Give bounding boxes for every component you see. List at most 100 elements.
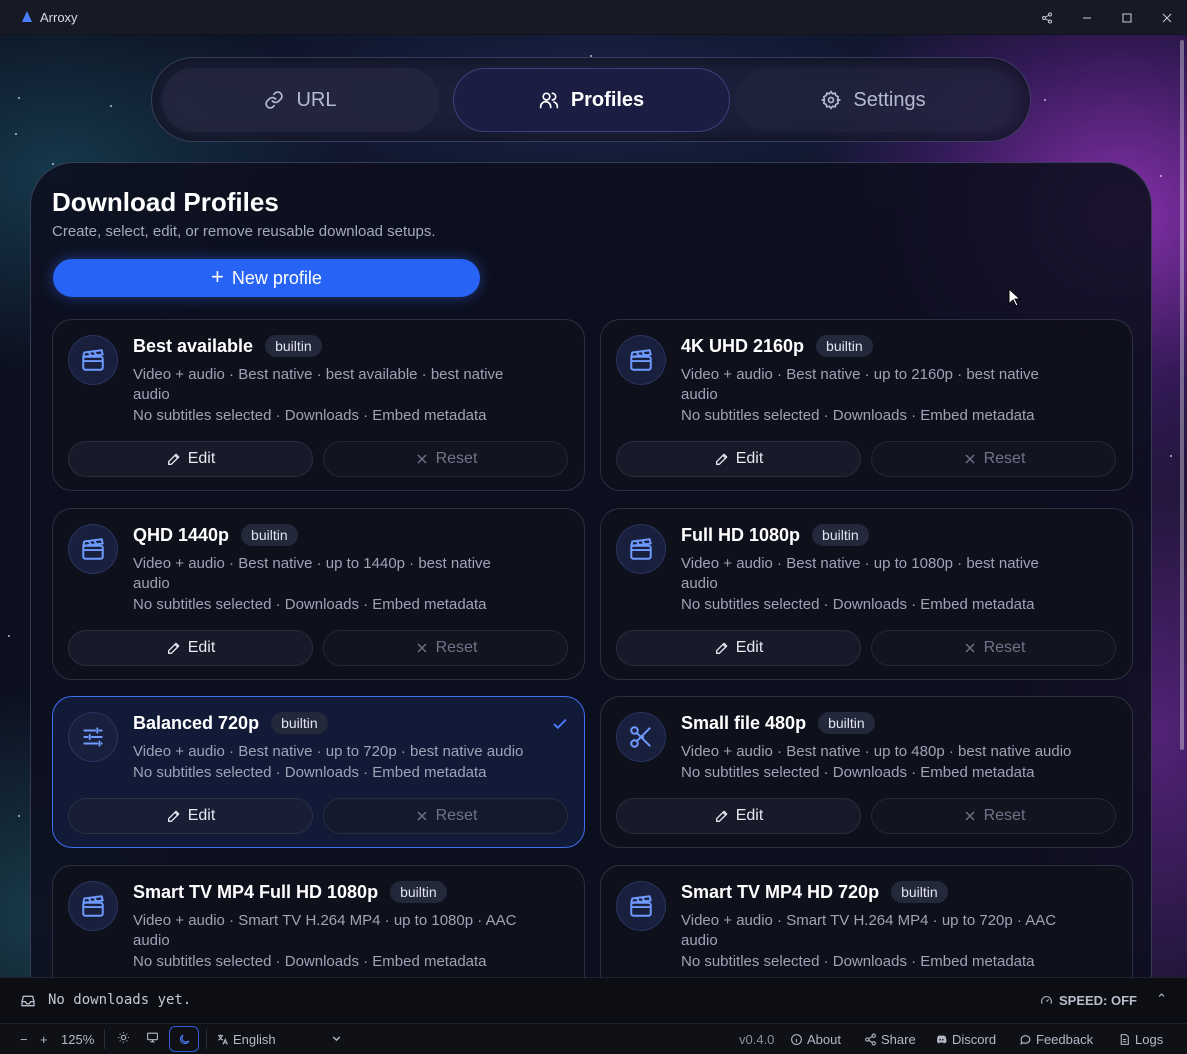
profile-name: Full HD 1080p (681, 524, 801, 545)
dark-theme-icon[interactable] (169, 1026, 199, 1052)
logs-label: Logs (1135, 1031, 1164, 1047)
card-header: Best available builtin (133, 335, 322, 357)
profile-card[interactable]: Full HD 1080p builtin Video + audio · Be… (600, 508, 1133, 680)
format-line-wrap: audio (681, 386, 718, 403)
reset-button[interactable]: Reset (871, 798, 1116, 834)
profile-card[interactable]: 4K UHD 2160p builtin Video + audio · Bes… (600, 319, 1133, 491)
close-button[interactable] (1147, 0, 1187, 35)
about-link[interactable]: About (790, 1032, 841, 1047)
tab-profiles-label: Profiles (570, 88, 645, 111)
edit-button[interactable]: Edit (616, 630, 861, 666)
card-header: QHD 1440p builtin (133, 524, 298, 546)
mouse-cursor-icon (1008, 288, 1022, 307)
profile-options-summary: No subtitles selected · Downloads · Embe… (681, 407, 1035, 424)
edit-label: Edit (187, 807, 216, 824)
builtin-badge: builtin (241, 524, 298, 546)
profile-card[interactable]: Balanced 720p builtin Video + audio · Be… (52, 696, 585, 848)
builtin-badge: builtin (812, 524, 869, 546)
reset-button[interactable]: Reset (323, 441, 568, 477)
zoom-in-button[interactable]: + (40, 1032, 48, 1047)
profile-card[interactable]: QHD 1440p builtin Video + audio · Best n… (52, 508, 585, 680)
profile-name: Smart TV MP4 HD 720p (681, 881, 880, 902)
translate-icon (217, 1034, 228, 1045)
profile-format-summary: Video + audio · Best native · up to 480p… (681, 742, 1121, 762)
reset-button[interactable]: Reset (323, 798, 568, 834)
edit-button[interactable]: Edit (68, 798, 313, 834)
format-line: Video + audio · Smart TV H.264 MP4 · up … (681, 912, 1057, 929)
logs-link[interactable]: Logs (1118, 1032, 1163, 1047)
card-header: Smart TV MP4 Full HD 1080p builtin (133, 881, 447, 903)
edit-button[interactable]: Edit (616, 441, 861, 477)
edit-button[interactable]: Edit (68, 630, 313, 666)
title-bar: Arroxy (0, 0, 1187, 35)
profile-format-summary: Video + audio · Best native · up to 720p… (133, 742, 573, 762)
chat-bubble-icon (1020, 1034, 1031, 1045)
profile-options-summary: No subtitles selected · Downloads · Embe… (133, 764, 487, 781)
check-icon (553, 718, 567, 730)
format-line: Video + audio · Best native · up to 1080… (681, 555, 1039, 572)
users-icon (539, 92, 558, 109)
system-theme-icon[interactable] (146, 1031, 159, 1047)
chevron-up-icon[interactable]: ⌃ (1156, 991, 1167, 1007)
share-link[interactable]: Share (864, 1032, 916, 1047)
x-icon (965, 811, 975, 821)
profile-card[interactable]: Best available builtin Video + audio · B… (52, 319, 585, 491)
scrollbar[interactable] (1180, 40, 1184, 750)
clapperboard-icon (616, 335, 666, 385)
clapperboard-icon (68, 335, 118, 385)
tab-url[interactable]: URL (162, 68, 439, 132)
discord-label: Discord (952, 1031, 997, 1047)
card-header: Balanced 720p builtin (133, 712, 328, 734)
format-line-wrap: audio (133, 932, 170, 949)
card-header: 4K UHD 2160p builtin (681, 335, 873, 357)
format-line-wrap: audio (133, 386, 170, 403)
profile-format-summary: Video + audio · Best native · up to 1080… (681, 554, 1121, 594)
card-header: Small file 480p builtin (681, 712, 875, 734)
clapperboard-icon (68, 881, 118, 931)
profile-card[interactable]: Small file 480p builtin Video + audio · … (600, 696, 1133, 848)
tab-settings[interactable]: Settings (735, 68, 1012, 132)
light-theme-icon[interactable] (117, 1031, 130, 1047)
status-bar: No downloads yet. SPEED: OFF ⌃ (0, 977, 1187, 1023)
share-window-icon[interactable] (1027, 0, 1067, 35)
feedback-link[interactable]: Feedback (1019, 1032, 1093, 1047)
profile-options-summary: No subtitles selected · Downloads · Embe… (681, 596, 1035, 613)
profile-options-summary: No subtitles selected · Downloads · Embe… (133, 953, 487, 970)
tab-profiles[interactable]: Profiles (453, 68, 730, 132)
edit-button[interactable]: Edit (616, 798, 861, 834)
tab-url-label: URL (296, 88, 337, 111)
profile-name: Smart TV MP4 Full HD 1080p (133, 881, 379, 902)
format-line: Video + audio · Smart TV H.264 MP4 · up … (133, 912, 517, 929)
page-title: Download Profiles (52, 187, 279, 217)
edit-label: Edit (187, 639, 216, 656)
app-version: v0.4.0 (739, 1031, 775, 1047)
reset-button[interactable]: Reset (871, 630, 1116, 666)
pencil-icon (167, 642, 180, 654)
document-icon (1120, 1033, 1129, 1045)
edit-button[interactable]: Edit (68, 441, 313, 477)
reset-button[interactable]: Reset (871, 441, 1116, 477)
info-icon (791, 1033, 802, 1045)
profile-options-summary: No subtitles selected · Downloads · Embe… (133, 407, 487, 424)
minimize-button[interactable] (1067, 0, 1107, 35)
zoom-out-button[interactable]: − (20, 1032, 28, 1047)
new-profile-button[interactable]: + New profile (53, 259, 480, 297)
scissors-icon (616, 712, 666, 762)
profile-format-summary: Video + audio · Smart TV H.264 MP4 · up … (681, 911, 1121, 951)
link-icon (265, 91, 284, 109)
page-subtitle: Create, select, edit, or remove reusable… (52, 223, 436, 240)
main-tabs: URL Profiles Settings (151, 57, 1031, 142)
discord-link[interactable]: Discord (935, 1032, 996, 1047)
profile-format-summary: Video + audio · Best native · up to 1440… (133, 554, 573, 594)
language-select[interactable]: English (216, 1032, 346, 1047)
inbox-icon (21, 995, 35, 1007)
pencil-icon (715, 642, 728, 654)
profile-options-summary: No subtitles selected · Downloads · Embe… (133, 596, 487, 613)
profile-name: Best available (133, 335, 254, 356)
maximize-button[interactable] (1107, 0, 1147, 35)
clapperboard-icon (68, 524, 118, 574)
speed-indicator[interactable]: SPEED: OFF (1040, 993, 1137, 1008)
pencil-icon (167, 810, 180, 822)
format-line: Video + audio · Best native · up to 720p… (133, 743, 524, 760)
reset-button[interactable]: Reset (323, 630, 568, 666)
